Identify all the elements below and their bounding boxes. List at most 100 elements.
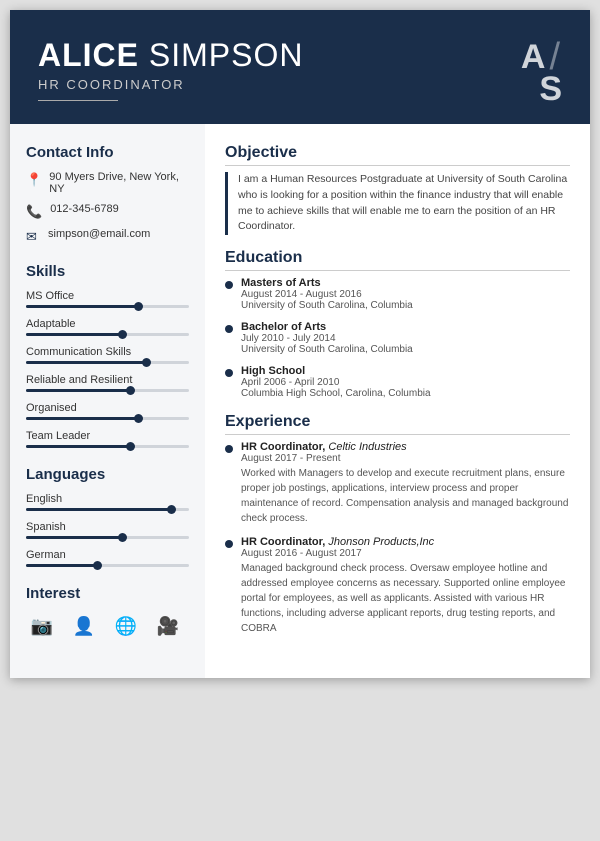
interest-section: Interest 📷 👤 🌐 🎥 (26, 585, 189, 640)
education-list: Masters of Arts August 2014 - August 201… (225, 277, 570, 399)
experience-desc: Managed background check process. Oversa… (241, 561, 570, 636)
monogram-a: A (521, 40, 546, 74)
experience-section: Experience HR Coordinator, Celtic Indust… (225, 413, 570, 636)
email-text: simpson@email.com (48, 228, 150, 240)
language-item: English (26, 493, 189, 511)
language-label: German (26, 549, 189, 561)
education-content: High School April 2006 - April 2010 Colu… (241, 365, 431, 399)
education-date: July 2010 - July 2014 (241, 333, 413, 344)
contact-email: ✉ simpson@email.com (26, 228, 189, 245)
language-bar-bg (26, 536, 189, 539)
skill-label: Organised (26, 402, 189, 414)
skill-item: MS Office (26, 290, 189, 308)
experience-item: HR Coordinator, Jhonson Products,Inc Aug… (225, 536, 570, 636)
video-icon: 🎥 (152, 612, 184, 640)
first-name: ALICE (38, 37, 139, 73)
education-item: High School April 2006 - April 2010 Colu… (225, 365, 570, 399)
education-content: Masters of Arts August 2014 - August 201… (241, 277, 413, 311)
camera-icon: 📷 (26, 612, 58, 640)
monogram-slash: / (549, 38, 560, 76)
phone-text: 012-345-6789 (50, 203, 119, 215)
globe-icon: 🌐 (110, 612, 142, 640)
skill-bar-fill (26, 361, 148, 364)
skill-bar-bg (26, 361, 189, 364)
education-school: Columbia High School, Carolina, Columbia (241, 388, 431, 399)
bullet-icon (225, 445, 233, 453)
languages-section: Languages English Spanish German (26, 466, 189, 567)
experience-title: Experience (225, 413, 570, 435)
skill-bar-fill (26, 445, 132, 448)
experience-date: August 2016 - August 2017 (241, 548, 570, 559)
body: Contact Info 📍 90 Myers Drive, New York,… (10, 124, 590, 678)
education-degree: Bachelor of Arts (241, 321, 413, 333)
language-bar-bg (26, 508, 189, 511)
person-icon: 👤 (68, 612, 100, 640)
skill-bar-fill (26, 305, 140, 308)
education-school: University of South Carolina, Columbia (241, 300, 413, 311)
skill-bar-fill (26, 417, 140, 420)
skills-section: Skills MS Office Adaptable Communication… (26, 263, 189, 448)
skills-list: MS Office Adaptable Communication Skills… (26, 290, 189, 448)
skill-item: Reliable and Resilient (26, 374, 189, 392)
skill-bar-bg (26, 389, 189, 392)
experience-date: August 2017 - Present (241, 453, 570, 464)
education-degree: High School (241, 365, 431, 377)
skill-item: Team Leader (26, 430, 189, 448)
education-item: Bachelor of Arts July 2010 - July 2014 U… (225, 321, 570, 355)
language-bar-fill (26, 508, 173, 511)
interest-title: Interest (26, 585, 189, 602)
experience-company: Jhonson Products,Inc (328, 536, 434, 548)
experience-content: HR Coordinator, Jhonson Products,Inc Aug… (241, 536, 570, 636)
language-bar-bg (26, 564, 189, 567)
language-label: Spanish (26, 521, 189, 533)
main-content: Objective I am a Human Resources Postgra… (205, 124, 590, 678)
skill-label: MS Office (26, 290, 189, 302)
experience-item: HR Coordinator, Celtic Industries August… (225, 441, 570, 526)
skill-bar-bg (26, 333, 189, 336)
education-section: Education Masters of Arts August 2014 - … (225, 249, 570, 399)
education-content: Bachelor of Arts July 2010 - July 2014 U… (241, 321, 413, 355)
email-icon: ✉ (26, 229, 40, 245)
bullet-icon (225, 325, 233, 333)
address-text: 90 Myers Drive, New York, NY (49, 171, 189, 195)
location-icon: 📍 (26, 172, 41, 188)
education-date: April 2006 - April 2010 (241, 377, 431, 388)
objective-title: Objective (225, 144, 570, 166)
skill-bar-bg (26, 305, 189, 308)
header: ALICE SIMPSON HR COORDINATOR A / S (10, 10, 590, 124)
experience-company: Celtic Industries (328, 441, 406, 453)
experience-content: HR Coordinator, Celtic Industries August… (241, 441, 570, 526)
skills-title: Skills (26, 263, 189, 280)
header-name: ALICE SIMPSON (38, 38, 303, 73)
languages-title: Languages (26, 466, 189, 483)
monogram: A / S (521, 38, 562, 106)
sidebar: Contact Info 📍 90 Myers Drive, New York,… (10, 124, 205, 678)
experience-desc: Worked with Managers to develop and exec… (241, 466, 570, 526)
education-date: August 2014 - August 2016 (241, 289, 413, 300)
skill-bar-bg (26, 445, 189, 448)
education-title: Education (225, 249, 570, 271)
objective-section: Objective I am a Human Resources Postgra… (225, 144, 570, 235)
contact-address: 📍 90 Myers Drive, New York, NY (26, 171, 189, 195)
skill-item: Communication Skills (26, 346, 189, 364)
skill-bar-bg (26, 417, 189, 420)
language-label: English (26, 493, 189, 505)
header-divider (38, 100, 118, 101)
language-bar-fill (26, 536, 124, 539)
skill-label: Reliable and Resilient (26, 374, 189, 386)
contact-title: Contact Info (26, 144, 189, 161)
last-name: SIMPSON (149, 37, 304, 73)
experience-list: HR Coordinator, Celtic Industries August… (225, 441, 570, 636)
bullet-icon (225, 540, 233, 548)
skill-label: Communication Skills (26, 346, 189, 358)
phone-icon: 📞 (26, 204, 42, 220)
contact-section: Contact Info 📍 90 Myers Drive, New York,… (26, 144, 189, 245)
interest-icons: 📷 👤 🌐 🎥 (26, 612, 189, 640)
languages-list: English Spanish German (26, 493, 189, 567)
skill-bar-fill (26, 389, 132, 392)
objective-text: I am a Human Resources Postgraduate at U… (225, 172, 570, 235)
bullet-icon (225, 369, 233, 377)
experience-title-text: HR Coordinator, Celtic Industries (241, 441, 570, 453)
skill-label: Adaptable (26, 318, 189, 330)
language-item: German (26, 549, 189, 567)
